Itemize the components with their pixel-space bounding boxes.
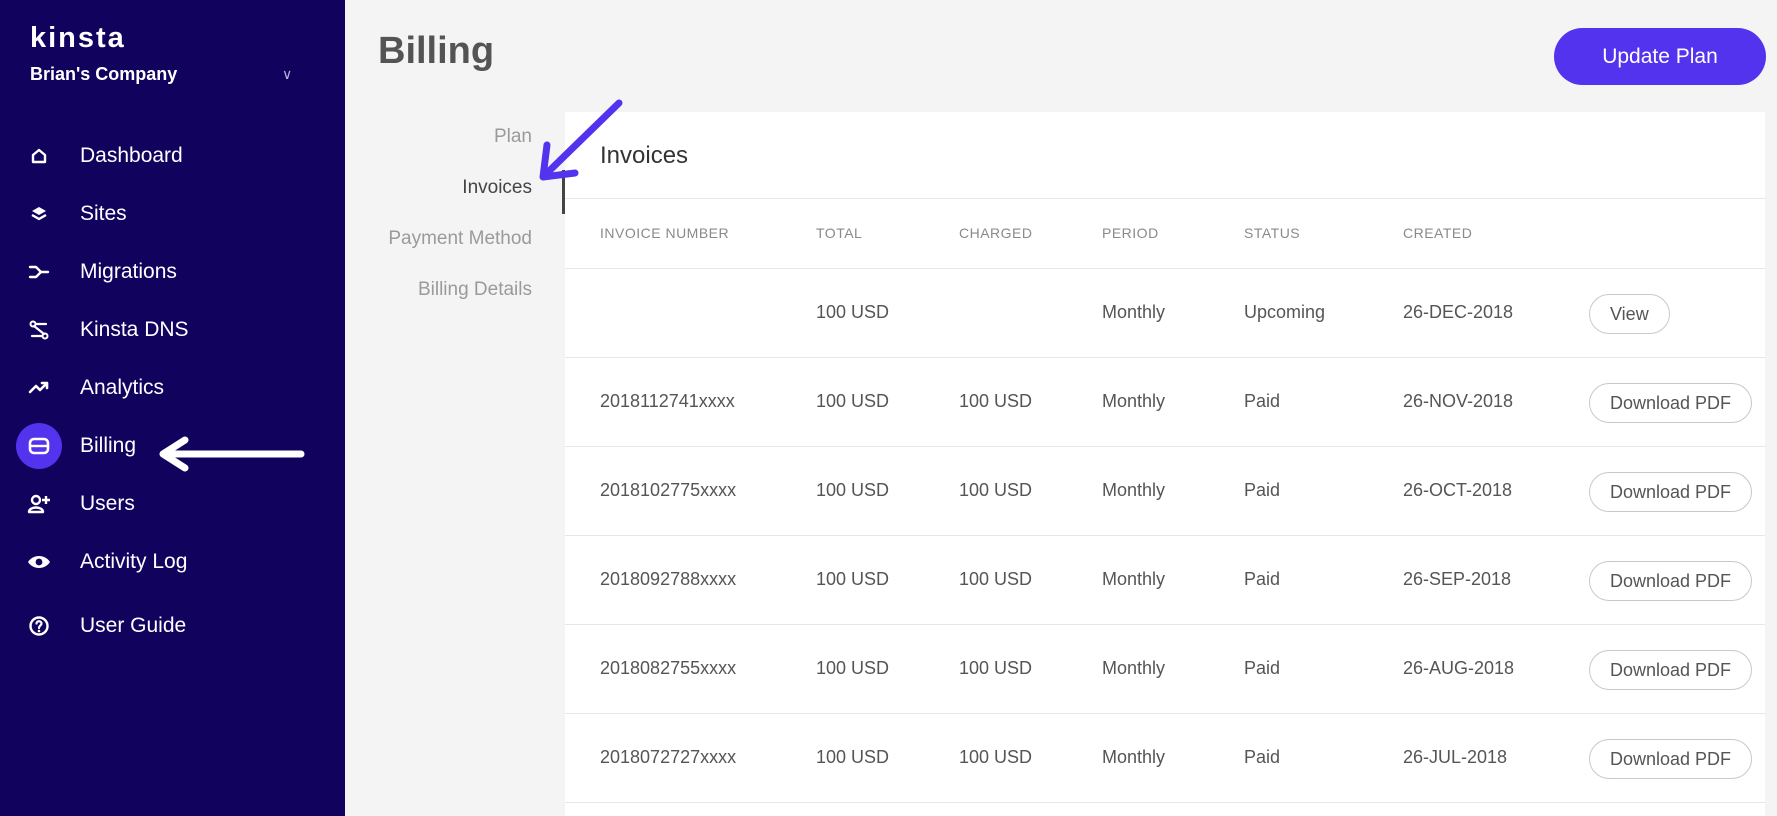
divider [565, 802, 1765, 803]
column-header-period: PERIOD [1102, 225, 1159, 241]
sidebar-item-label: Users [80, 492, 135, 515]
page-title: Billing [378, 30, 495, 72]
subnav-billing-details[interactable]: Billing Details [418, 279, 532, 301]
kinsta-logo[interactable]: kinsta [30, 22, 126, 55]
dns-icon [16, 307, 62, 353]
invoice-number: 2018092788xxxx [600, 569, 737, 589]
subnav-invoices[interactable]: Invoices [462, 177, 532, 199]
divider [565, 535, 1765, 536]
invoice-number: 2018112741xxxx [600, 391, 735, 411]
invoice-number: 2018082755xxxx [600, 658, 737, 678]
invoice-total: 100 USD [816, 569, 890, 589]
invoice-period: Monthly [1102, 480, 1166, 500]
invoice-status: Upcoming [1244, 302, 1326, 322]
sidebar-item-label: Migrations [80, 260, 177, 283]
invoice-period: Monthly [1102, 391, 1166, 411]
analytics-icon [16, 365, 62, 411]
invoice-total: 100 USD [816, 480, 890, 500]
invoice-total: 100 USD [816, 302, 890, 322]
annotation-arrow-diagonal-icon [539, 99, 623, 181]
invoice-status: Paid [1244, 569, 1281, 589]
invoices-card: Invoices INVOICE NUMBER TOTAL CHARGED PE… [565, 112, 1765, 816]
sidebar-item-label: Dashboard [80, 144, 183, 167]
sidebar-item-label: Analytics [80, 376, 165, 399]
invoice-number: 2018102775xxxx [600, 480, 737, 500]
invoice-total: 100 USD [816, 747, 890, 767]
column-header-charged: CHARGED [959, 225, 1033, 241]
invoice-period: Monthly [1102, 569, 1166, 589]
download-pdf-button[interactable]: Download PDF [1589, 472, 1753, 512]
invoice-period: Monthly [1102, 302, 1166, 322]
sidebar-item-kinsta-dns[interactable]: Kinsta DNS [0, 306, 345, 354]
invoice-charged: 100 USD [959, 658, 1033, 678]
invoice-status: Paid [1244, 658, 1281, 678]
chevron-down-icon[interactable]: ∨ [282, 66, 292, 83]
invoice-number: 2018072727xxxx [600, 747, 737, 767]
column-header-created: CREATED [1403, 225, 1473, 241]
invoice-charged: 100 USD [959, 391, 1033, 411]
invoice-created: 26-OCT-2018 [1403, 480, 1513, 500]
column-header-invoice-number: INVOICE NUMBER [600, 225, 730, 241]
sidebar-item-label: Billing [80, 434, 137, 457]
sidebar-item-label: Kinsta DNS [80, 318, 189, 341]
invoice-total: 100 USD [816, 658, 890, 678]
sidebar-item-migrations[interactable]: Migrations [0, 248, 345, 296]
sidebar: kinsta Brian's Company ∨ Dashboard Sites… [0, 0, 345, 816]
annotation-arrow-left-icon [159, 436, 305, 472]
sidebar-item-activity-log[interactable]: Activity Log [0, 538, 345, 586]
invoice-status: Paid [1244, 747, 1281, 767]
sidebar-item-label: User Guide [80, 614, 187, 637]
update-plan-button[interactable]: Update Plan [1554, 28, 1766, 85]
layers-icon [16, 191, 62, 237]
invoice-charged: 100 USD [959, 747, 1033, 767]
sidebar-item-sites[interactable]: Sites [0, 190, 345, 238]
divider [565, 268, 1765, 269]
billing-icon [16, 423, 62, 469]
add-user-icon [16, 481, 62, 527]
sidebar-item-analytics[interactable]: Analytics [0, 364, 345, 412]
sidebar-item-label: Activity Log [80, 550, 188, 573]
sidebar-item-label: Sites [80, 202, 127, 225]
download-pdf-button[interactable]: Download PDF [1589, 561, 1753, 601]
download-pdf-button[interactable]: Download PDF [1589, 383, 1753, 423]
migrations-icon [16, 249, 62, 295]
home-icon [16, 133, 62, 179]
divider [565, 198, 1765, 199]
invoice-created: 26-AUG-2018 [1403, 658, 1515, 678]
invoice-total: 100 USD [816, 391, 890, 411]
invoice-period: Monthly [1102, 658, 1166, 678]
eye-icon [16, 539, 62, 585]
help-icon [16, 603, 62, 649]
invoice-status: Paid [1244, 391, 1281, 411]
divider [565, 357, 1765, 358]
download-pdf-button[interactable]: Download PDF [1589, 739, 1753, 779]
invoice-created: 26-JUL-2018 [1403, 747, 1508, 767]
divider [565, 713, 1765, 714]
column-header-status: STATUS [1244, 225, 1301, 241]
company-name[interactable]: Brian's Company [30, 64, 177, 85]
sidebar-item-user-guide[interactable]: User Guide [0, 602, 345, 650]
subnav-payment-method[interactable]: Payment Method [388, 228, 532, 250]
view-button[interactable]: View [1589, 294, 1670, 334]
invoice-charged: 100 USD [959, 569, 1033, 589]
invoice-created: 26-DEC-2018 [1403, 302, 1514, 322]
invoice-charged: 100 USD [959, 480, 1033, 500]
subnav-plan[interactable]: Plan [494, 126, 532, 148]
invoice-period: Monthly [1102, 747, 1166, 767]
invoice-status: Paid [1244, 480, 1281, 500]
invoice-created: 26-NOV-2018 [1403, 391, 1514, 411]
sidebar-item-dashboard[interactable]: Dashboard [0, 132, 345, 180]
download-pdf-button[interactable]: Download PDF [1589, 650, 1753, 690]
column-header-total: TOTAL [816, 225, 863, 241]
divider [565, 446, 1765, 447]
sidebar-item-users[interactable]: Users [0, 480, 345, 528]
invoice-created: 26-SEP-2018 [1403, 569, 1512, 589]
divider [565, 624, 1765, 625]
